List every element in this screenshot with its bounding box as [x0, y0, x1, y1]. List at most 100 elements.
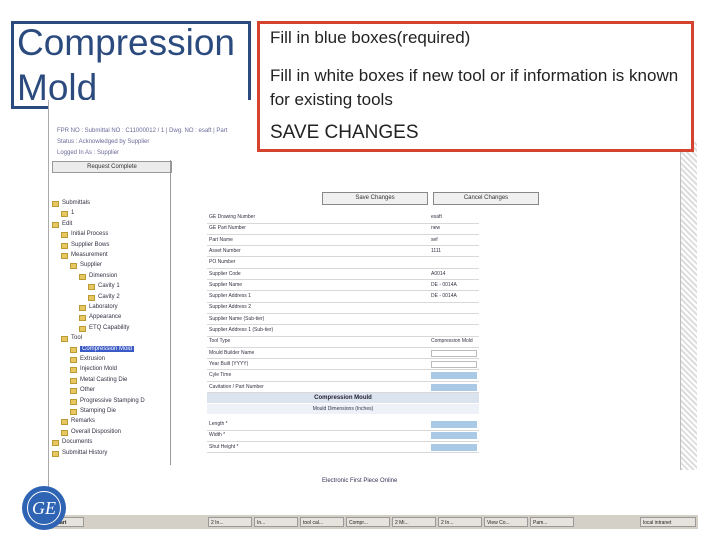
required-input[interactable]	[431, 421, 477, 428]
form-label: Shut Height *	[209, 443, 239, 450]
tree-item[interactable]: Dimension	[79, 273, 117, 280]
request-complete-button[interactable]: Request Complete	[52, 161, 172, 173]
taskbar-item[interactable]: 2 Mi...	[392, 517, 436, 527]
ge-logo-mark: GE	[27, 491, 61, 525]
navigation-tree: Submittals 1 Edit Initial Process Supplier B…	[52, 200, 170, 460]
form-label: GE Part Number	[209, 225, 246, 232]
form-row: Part Name sef	[207, 236, 479, 247]
folder-icon	[70, 346, 77, 353]
tree-item[interactable]: Compression Mold	[70, 345, 135, 353]
form-row: GE Drawing Number esaft	[207, 213, 479, 224]
form-row: Asset Number 1111	[207, 247, 479, 258]
form-value: sef	[431, 236, 438, 243]
tree-item[interactable]: Cavity 2	[88, 294, 120, 301]
tree-item-label: Injection Mold	[80, 366, 118, 373]
tree-item[interactable]: Laboratory	[79, 304, 118, 311]
tree-item-label: Supplier	[80, 262, 103, 269]
tree-item[interactable]: Cavity 1	[88, 283, 120, 291]
form-row: Cavitation / Part Number	[207, 383, 479, 393]
tree-item-label: Extrusion	[80, 356, 106, 362]
tree-item[interactable]: Extrusion	[70, 356, 106, 363]
tree-item[interactable]: Documents	[52, 439, 92, 447]
form-label: Length *	[209, 421, 228, 427]
tree-item[interactable]: 1	[61, 210, 75, 218]
tree-item[interactable]: Progressive Stamping D	[70, 398, 145, 405]
tree-item-label: Initial Process	[71, 231, 109, 238]
tree-item-label: 1	[71, 210, 75, 217]
tree-item[interactable]: Submittals	[52, 200, 90, 207]
form-value: Compression Mold	[431, 338, 473, 345]
tree-item-label: Compression Mold	[80, 345, 135, 352]
tree-item[interactable]: Remarks	[61, 418, 95, 426]
tree-item[interactable]: Initial Process	[61, 231, 109, 239]
folder-icon	[79, 273, 86, 280]
tray-status: local intranet	[640, 517, 696, 527]
pane-divider[interactable]	[170, 160, 171, 465]
tree-item[interactable]: Submittal History	[52, 450, 107, 457]
form-row: Supplier Address 2	[207, 303, 479, 314]
tree-item[interactable]: Other	[70, 387, 96, 395]
tree-item-label: Other	[80, 387, 96, 394]
form-label: Part Name	[209, 236, 233, 243]
form-value: esaft	[431, 214, 442, 220]
folder-icon	[61, 429, 68, 436]
form-row: Supplier Code A0014	[207, 270, 479, 280]
vertical-scrollbar[interactable]	[680, 140, 697, 470]
form-row: Year Built (YYYY)	[207, 360, 479, 371]
folder-icon	[70, 367, 77, 374]
folder-icon	[61, 211, 68, 218]
tree-item[interactable]: Edit	[52, 221, 72, 228]
taskbar-item[interactable]: Compr...	[346, 517, 390, 527]
taskbar-item[interactable]: Pam...	[530, 517, 574, 527]
folder-icon	[61, 232, 68, 239]
folder-icon	[79, 305, 86, 311]
tree-item[interactable]: Stamping Die	[70, 408, 117, 415]
form-label: Supplier Name	[209, 281, 243, 288]
form-label: Supplier Address 1 (Sub-tier)	[209, 327, 274, 333]
required-input[interactable]	[431, 372, 477, 380]
folder-icon	[70, 388, 77, 395]
tree-item[interactable]: Overall Disposition	[61, 428, 122, 436]
tree-item-label: Supplier Bows	[71, 241, 110, 248]
optional-input[interactable]	[431, 349, 477, 357]
tree-item[interactable]: Measurement	[61, 252, 108, 259]
info-line-2: Status : Acknowledged by Supplier	[57, 139, 150, 145]
form-row: GE Part Number new	[207, 224, 479, 235]
tree-item-label: Stamping Die	[80, 408, 117, 414]
tree-item-label: Tool	[71, 335, 83, 342]
required-input[interactable]	[431, 443, 477, 451]
form-row: Mould Builder Name	[207, 349, 479, 360]
tree-item[interactable]: Metal Casting Die	[70, 377, 127, 384]
taskbar-item[interactable]: 2 In...	[438, 517, 482, 527]
tree-item[interactable]: Injection Mold	[70, 366, 118, 374]
tree-item[interactable]: Tool	[61, 335, 83, 343]
taskbar-item[interactable]: In...	[254, 517, 298, 527]
tree-item[interactable]: Supplier Bows	[61, 241, 110, 249]
form-label: Supplier Address 1	[209, 293, 251, 300]
folder-icon	[79, 325, 86, 332]
form-label: Cyle Time	[209, 372, 232, 379]
info-line-3: Logged In As : Supplier	[57, 150, 120, 156]
form-row: Supplier Name (Sub-tier)	[207, 315, 479, 326]
taskbar-item[interactable]: View Co...	[484, 517, 528, 527]
windows-taskbar: Start 2 In... In... tool cal... Compr... 2 Mi…	[48, 514, 698, 529]
save-changes-button[interactable]: Save Changes	[322, 192, 428, 205]
tree-item-label: Appearance	[89, 314, 122, 321]
form-value: DE - 0014A	[431, 281, 457, 288]
tree-item[interactable]: Supplier	[70, 262, 103, 270]
form-label: Year Built (YYYY)	[209, 360, 249, 367]
required-input[interactable]	[431, 383, 477, 391]
form-value: new	[431, 225, 441, 232]
callout-line-1: Fill in blue boxes(required)	[270, 28, 471, 47]
tree-item[interactable]: ETQ Capability	[79, 325, 129, 332]
form-row: PO Number	[207, 258, 479, 269]
cancel-changes-button[interactable]: Cancel Changes	[433, 192, 539, 205]
optional-input[interactable]	[431, 360, 477, 368]
required-input[interactable]	[431, 432, 477, 440]
taskbar-item[interactable]: tool cal...	[300, 517, 344, 527]
taskbar-item[interactable]: 2 In...	[208, 517, 252, 527]
tree-item-label: Overall Disposition	[71, 428, 122, 435]
tree-item-label: Laboratory	[89, 304, 118, 310]
tree-item[interactable]: Appearance	[79, 314, 122, 322]
section-subheading: Mould Dimensions (Inches)	[207, 404, 479, 414]
